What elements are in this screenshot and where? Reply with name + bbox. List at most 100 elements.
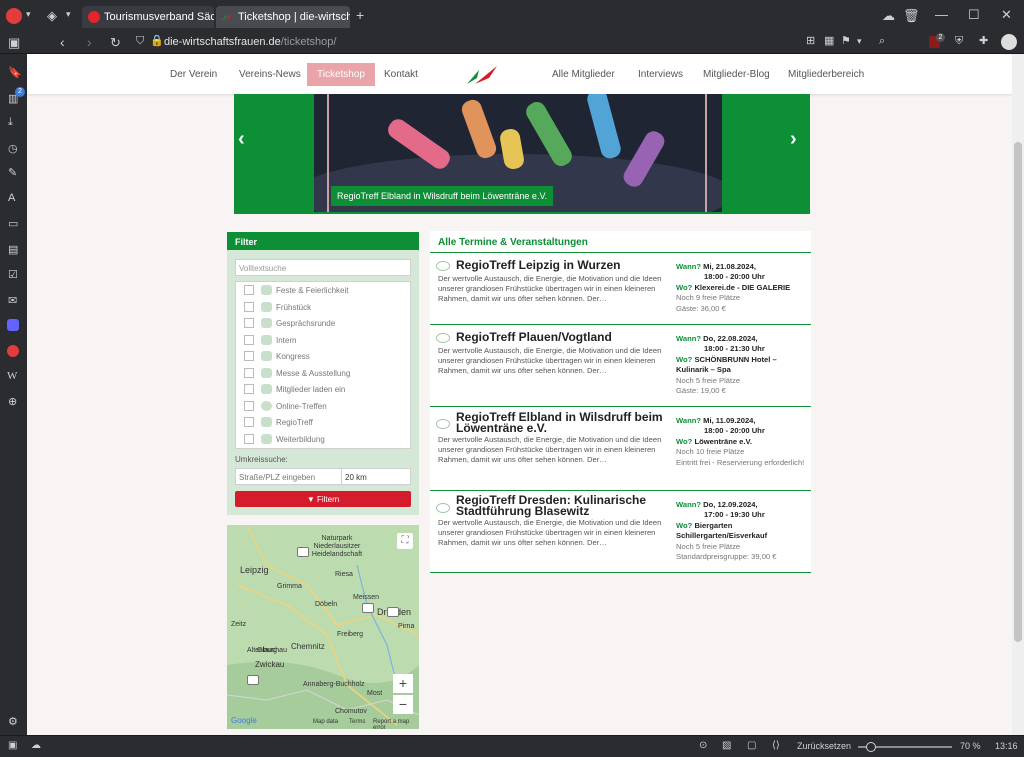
fullscreen-icon[interactable]: ⛶ xyxy=(397,533,413,549)
maximize-icon[interactable]: ☐ xyxy=(968,8,980,21)
history-icon[interactable]: ◷ xyxy=(8,142,18,155)
mastodon-icon[interactable] xyxy=(7,319,19,331)
trash-icon[interactable]: 🗑 xyxy=(903,9,920,22)
event-title[interactable]: RegioTreff Plauen/Vogtland xyxy=(456,331,666,343)
downloads-icon[interactable]: ⤓ xyxy=(8,116,13,129)
vivaldi-panel-icon[interactable] xyxy=(7,345,19,357)
scrollbar-thumb[interactable] xyxy=(1014,142,1022,642)
category-item[interactable]: Online-Treffen xyxy=(236,398,410,415)
panel-left-icon[interactable]: ▣ xyxy=(8,741,17,751)
event-title[interactable]: RegioTreff Dresden: Kulinarische Stadtfü… xyxy=(456,494,666,517)
bookmark-icon[interactable]: ⚑ xyxy=(841,36,851,47)
extensions-icon[interactable]: ✚ xyxy=(979,36,988,47)
map-marker-icon[interactable] xyxy=(297,547,309,557)
wikipedia-icon[interactable]: W xyxy=(7,370,17,382)
category-item[interactable]: Kongress xyxy=(236,348,410,365)
slider-caption[interactable]: RegioTreff Elbland in Wilsdruff beim Löw… xyxy=(331,186,554,206)
cloud-icon[interactable]: ☁ xyxy=(882,9,895,22)
fulltext-search-input[interactable]: Volltextsuche xyxy=(235,259,411,276)
profile-avatar-icon[interactable] xyxy=(1001,34,1017,50)
category-checkbox[interactable] xyxy=(244,384,254,394)
map-terms-link[interactable]: Terms xyxy=(349,719,365,725)
chevron-down-icon[interactable]: ▾ xyxy=(26,10,31,19)
category-item[interactable]: Frühstück xyxy=(236,299,410,316)
zoom-slider[interactable] xyxy=(858,742,952,752)
nav-vereins-news[interactable]: Vereins-News xyxy=(239,69,301,80)
image-icon[interactable]: ▨ xyxy=(722,741,731,751)
event-card[interactable]: RegioTreff Leipzig in Wurzen Der wertvol… xyxy=(430,253,811,325)
category-item[interactable]: Intern xyxy=(236,332,410,349)
feeds-icon[interactable]: ✉ xyxy=(8,294,17,307)
zoom-out-button[interactable]: − xyxy=(393,695,413,714)
filter-button[interactable]: ▼ Filtern xyxy=(235,491,411,507)
map-marker-icon[interactable] xyxy=(362,603,374,613)
search-icon[interactable]: ⌕ xyxy=(879,36,885,47)
category-checkbox[interactable] xyxy=(244,334,254,345)
category-item[interactable]: RegioTreff xyxy=(236,414,410,431)
site-logo-icon[interactable] xyxy=(465,64,499,86)
category-checkbox[interactable] xyxy=(244,318,254,328)
event-title[interactable]: RegioTreff Elbland in Wilsdruff beim Löw… xyxy=(456,411,666,434)
category-checkbox[interactable] xyxy=(244,285,254,295)
tab-tourismusverband[interactable]: Tourismusverband Sächsisch xyxy=(82,6,214,28)
nav-kontakt[interactable]: Kontakt xyxy=(384,69,418,80)
reload-icon[interactable]: ↻ xyxy=(110,36,121,49)
sync-cloud-icon[interactable]: ☁ xyxy=(31,741,41,751)
shield-icon[interactable]: ⛉ xyxy=(136,36,144,47)
event-card[interactable]: RegioTreff Dresden: Kulinarische Stadtfü… xyxy=(430,491,811,573)
slider-next-icon[interactable]: › xyxy=(790,128,797,151)
settings-gear-icon[interactable]: ⚙ xyxy=(8,715,18,728)
category-item[interactable]: Feste & Feierlichkeit xyxy=(236,282,410,299)
bookmarks-panel-icon[interactable]: 🔖 xyxy=(8,66,22,79)
event-card[interactable]: RegioTreff Plauen/Vogtland Der wertvolle… xyxy=(430,325,811,407)
event-card[interactable]: RegioTreff Elbland in Wilsdruff beim Löw… xyxy=(430,407,811,491)
nav-mitgliederbereich[interactable]: Mitgliederbereich xyxy=(788,69,864,80)
radius-select[interactable]: 20 km xyxy=(341,468,411,485)
address-dropdown-icon[interactable]: ▾ xyxy=(857,37,862,46)
event-title[interactable]: RegioTreff Leipzig in Wurzen xyxy=(456,259,666,271)
url-field[interactable]: die-wirtschaftsfrauen.de/ticketshop/ xyxy=(164,36,336,48)
nav-alle-mitglieder[interactable]: Alle Mitglieder xyxy=(552,69,615,80)
map-marker-icon[interactable] xyxy=(247,675,259,685)
translate-icon[interactable]: A xyxy=(8,192,15,204)
category-checkbox[interactable] xyxy=(244,417,254,427)
back-icon[interactable]: ‹ xyxy=(60,35,65,49)
category-checkbox[interactable] xyxy=(244,351,254,361)
tab-menu-chevron-icon[interactable]: ▾ xyxy=(66,10,71,19)
category-item[interactable]: Mitglieder laden ein xyxy=(236,381,410,398)
nav-ticketshop[interactable]: Ticketshop xyxy=(307,63,375,86)
category-item[interactable]: Weiterbildung xyxy=(236,431,410,448)
category-item[interactable]: Gesprächsrunde xyxy=(236,315,410,332)
map-marker-icon[interactable] xyxy=(387,607,399,617)
page-actions-icon[interactable]: ⟨⟩ xyxy=(772,741,780,751)
category-item[interactable]: Messe & Ausstellung xyxy=(236,365,410,382)
panel-toggle-icon[interactable]: ▣ xyxy=(8,36,20,49)
category-checkbox[interactable] xyxy=(244,400,254,411)
qr-code-icon[interactable]: ▦ xyxy=(824,36,834,47)
plz-input[interactable]: Straße/PLZ eingeben xyxy=(235,468,343,485)
capture-icon[interactable]: ⊙ xyxy=(699,741,707,751)
map-data-link[interactable]: Map data xyxy=(313,719,338,725)
calendar-icon[interactable]: ▤ xyxy=(8,243,18,256)
category-checkbox[interactable] xyxy=(244,433,254,444)
add-web-panel-icon[interactable]: ⊕ xyxy=(8,395,17,408)
shield-ext-icon[interactable]: ⛨ xyxy=(955,36,963,47)
nav-interviews[interactable]: Interviews xyxy=(638,69,683,80)
nav-mitglieder-blog[interactable]: Mitglieder-Blog xyxy=(703,69,770,80)
tiling-icon[interactable]: ▢ xyxy=(747,741,756,751)
vivaldi-logo-icon[interactable] xyxy=(6,8,22,24)
nav-der-verein[interactable]: Der Verein xyxy=(170,69,217,80)
slider-prev-icon[interactable]: ‹ xyxy=(238,128,245,151)
category-checkbox[interactable] xyxy=(244,367,254,378)
tab-ticketshop[interactable]: Ticketshop | die-wirtschafts xyxy=(216,6,350,28)
map-report-link[interactable]: Report a map error xyxy=(373,719,419,729)
minimize-icon[interactable]: — xyxy=(935,8,948,21)
zoom-reset-button[interactable]: Zurücksetzen xyxy=(797,741,851,751)
notes-icon[interactable]: ✎ xyxy=(8,166,17,179)
zoom-in-button[interactable]: + xyxy=(393,674,413,693)
close-window-icon[interactable]: ✕ xyxy=(1001,8,1012,21)
page-scrollbar[interactable] xyxy=(1012,54,1024,735)
tasks-icon[interactable]: ☑ xyxy=(8,268,18,281)
forward-icon[interactable]: › xyxy=(87,35,92,49)
tab-stack-icon[interactable]: ◈ xyxy=(47,9,57,22)
